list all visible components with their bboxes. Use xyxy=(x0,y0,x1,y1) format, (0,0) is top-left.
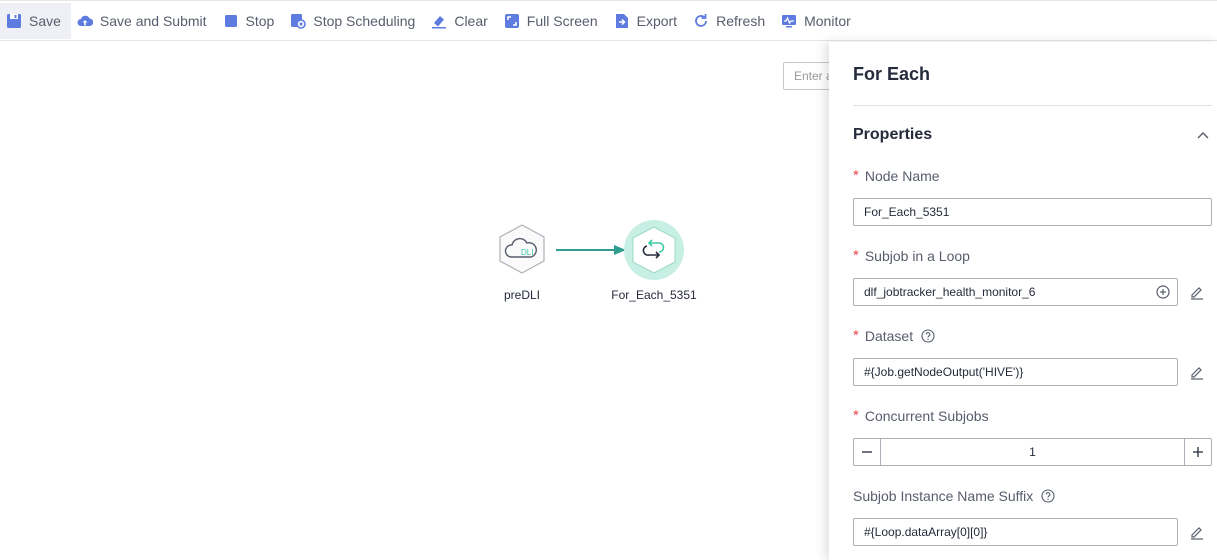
add-circle-icon[interactable] xyxy=(1156,285,1170,299)
node-name-label: * Node Name xyxy=(853,167,940,184)
stop-scheduling-icon xyxy=(291,13,307,29)
toolbar: Save Save and Submit Stop Stop Schedulin… xyxy=(0,0,1217,41)
save-button[interactable]: Save xyxy=(0,2,71,39)
monitor-icon xyxy=(782,14,797,27)
refresh-label: Refresh xyxy=(716,12,766,29)
stop-scheduling-label: Stop Scheduling xyxy=(313,12,416,29)
predli-node-label: preDLI xyxy=(503,288,541,302)
svg-text:DLI: DLI xyxy=(521,248,533,257)
minus-icon xyxy=(862,451,872,453)
concurrent-stepper: 1 xyxy=(853,438,1212,466)
export-label: Export xyxy=(636,12,678,29)
section-title: Properties xyxy=(853,126,933,143)
clear-button[interactable]: Clear xyxy=(425,3,497,39)
workflow-graph: DLI xyxy=(499,220,684,280)
dataset-label: * Dataset xyxy=(853,327,935,344)
required-marker: * xyxy=(853,407,859,424)
export-icon xyxy=(615,13,628,28)
plus-icon xyxy=(1193,447,1203,457)
workflow-canvas[interactable] xyxy=(0,42,830,560)
panel-title: For Each xyxy=(853,64,931,84)
required-marker: * xyxy=(853,247,859,264)
help-icon[interactable] xyxy=(921,328,935,343)
subjob-input[interactable]: dlf_jobtracker_health_monitor_6 xyxy=(853,278,1178,306)
for-each-node[interactable] xyxy=(624,220,684,280)
subjob-label-text: Subjob in a Loop xyxy=(864,247,970,264)
clear-label: Clear xyxy=(454,12,488,29)
dataset-label-text: Dataset xyxy=(864,327,914,344)
save-label: Save xyxy=(29,12,61,29)
for-each-node-label: For_Each_5351 xyxy=(611,288,697,302)
stop-icon xyxy=(224,14,237,27)
suffix-label-text: Subjob Instance Name Suffix xyxy=(853,488,1034,504)
chevron-up-icon[interactable] xyxy=(1196,128,1210,142)
save-icon xyxy=(7,13,21,28)
decrement-button[interactable] xyxy=(854,439,881,465)
required-marker: * xyxy=(853,167,859,184)
stop-label: Stop xyxy=(245,12,275,29)
full-screen-button[interactable]: Full Screen xyxy=(498,3,608,39)
refresh-button[interactable]: Refresh xyxy=(687,3,775,39)
save-and-submit-label: Save and Submit xyxy=(99,12,207,29)
concurrent-label: * Concurrent Subjobs xyxy=(853,407,989,424)
refresh-icon xyxy=(695,13,707,27)
subjob-label: * Subjob in a Loop xyxy=(853,247,970,264)
concurrent-label-text: Concurrent Subjobs xyxy=(864,407,989,424)
export-button[interactable]: Export xyxy=(608,3,687,39)
edit-icon[interactable] xyxy=(1189,284,1205,300)
concurrent-value[interactable]: 1 xyxy=(881,439,1184,465)
full-screen-icon xyxy=(504,13,519,28)
increment-button[interactable] xyxy=(1184,439,1211,465)
properties-panel: For Each Properties * Node Name For_Each… xyxy=(829,42,1217,560)
connector-arrow[interactable] xyxy=(556,245,626,255)
monitor-label: Monitor xyxy=(804,12,851,29)
cloud-upload-icon xyxy=(77,15,93,26)
help-icon[interactable] xyxy=(1041,489,1055,503)
predli-node[interactable]: DLI xyxy=(499,224,545,274)
suffix-input[interactable]: #{Loop.dataArray[0][0]} xyxy=(853,518,1178,546)
eraser-icon xyxy=(432,15,447,28)
node-name-label-text: Node Name xyxy=(864,167,940,184)
edit-icon[interactable] xyxy=(1189,524,1205,540)
suffix-label: Subjob Instance Name Suffix xyxy=(853,488,1055,504)
monitor-button[interactable]: Monitor xyxy=(775,3,861,39)
save-and-submit-button[interactable]: Save and Submit xyxy=(71,3,217,39)
full-screen-label: Full Screen xyxy=(526,12,598,29)
edit-icon[interactable] xyxy=(1189,364,1205,380)
stop-scheduling-button[interactable]: Stop Scheduling xyxy=(284,3,425,39)
stop-button[interactable]: Stop xyxy=(217,3,285,39)
required-marker: * xyxy=(853,327,859,344)
dataset-input[interactable]: #{Job.getNodeOutput('HIVE')} xyxy=(853,358,1178,386)
panel-divider xyxy=(853,105,1212,106)
node-name-input[interactable]: For_Each_5351 xyxy=(853,198,1212,226)
subjob-value: dlf_jobtracker_health_monitor_6 xyxy=(864,285,1036,299)
